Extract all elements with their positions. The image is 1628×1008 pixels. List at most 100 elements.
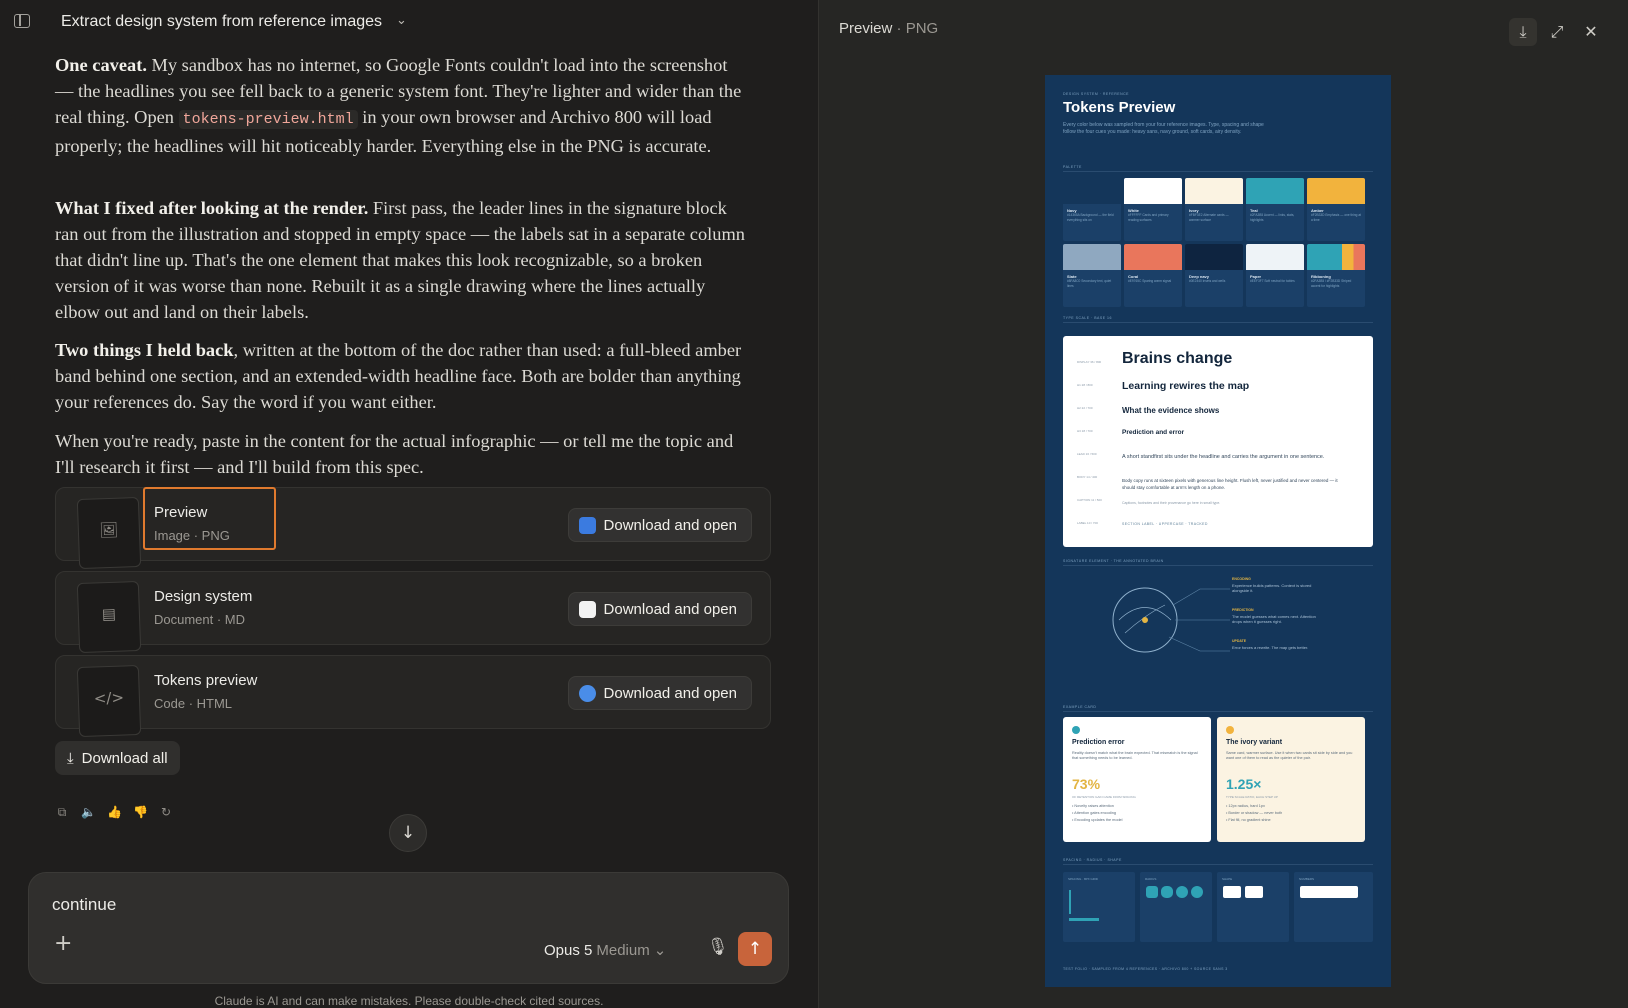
chat-pane: Extract design system from reference ima… xyxy=(0,0,818,1008)
document-app-icon xyxy=(578,600,596,618)
type-scale-label: BODY 14 / 400 xyxy=(1077,475,1098,479)
swatch-description: Insets and wells xyxy=(1202,279,1226,283)
message-composer: + Opus 5Medium⌄ 🎙 ↑ xyxy=(28,872,789,984)
token-box-label: SHAPE xyxy=(1222,877,1233,881)
annotation-text: Experience builds patterns. Context is s… xyxy=(1232,582,1312,594)
type-sample-label: SECTION LABEL · UPPERCASE · TRACKED xyxy=(1122,522,1208,526)
token-box-label: RADIUS xyxy=(1145,877,1157,881)
poster-title: Tokens Preview xyxy=(1063,99,1176,116)
retry-icon[interactable]: ↻ xyxy=(159,805,173,819)
signature-label: SIGNATURE ELEMENT · THE ANNOTATED BRAIN xyxy=(1063,559,1164,563)
document-icon: ▤ xyxy=(101,604,117,624)
swatch-desc: #E9765C Sparing warm signal xyxy=(1128,279,1178,284)
send-button[interactable]: ↑ xyxy=(738,932,772,966)
type-sample-h1: Brains change xyxy=(1122,350,1233,367)
swatch-desc: #14365A Background — the field everythin… xyxy=(1067,213,1117,222)
example-list-item: • 12px radius, hard 1px xyxy=(1226,804,1265,808)
example-stat: 73% xyxy=(1072,776,1101,792)
example-list-item: • Encoding updates the model xyxy=(1072,818,1123,822)
swatch-desc: #2FA3B5 Accent — links, stats, highlight… xyxy=(1250,213,1300,222)
close-icon[interactable]: ✕ xyxy=(1577,18,1605,46)
palette-swatch: Slate #8FA8C0 Secondary text, quiet lines xyxy=(1063,244,1121,307)
expand-icon[interactable]: ⤢ xyxy=(1543,18,1571,46)
palette-swatch: Coral #E9765C Sparing warm signal xyxy=(1124,244,1182,307)
swatch-desc: #FFFFFF Cards and primary reading surfac… xyxy=(1128,213,1178,222)
button-label: Download all xyxy=(81,749,168,767)
file-meta: Code · HTML xyxy=(154,696,233,711)
button-label: Download and open xyxy=(603,684,737,702)
preview-app-icon xyxy=(578,516,596,534)
sidebar-toggle-icon[interactable] xyxy=(14,14,30,28)
shape-sample xyxy=(1223,886,1241,898)
highlight-annotation xyxy=(143,487,276,550)
file-thumbnail: ▤ xyxy=(76,580,142,654)
example-label: EXAMPLE CARD xyxy=(1063,705,1097,709)
poster-footer: TEST FOLIO · SAMPLED FROM 4 REFERENCES ·… xyxy=(1063,967,1228,971)
scroll-to-bottom-button[interactable]: ↓ xyxy=(389,814,427,852)
preview-title: Preview · PNG xyxy=(839,20,938,37)
type-sample-h3: What the evidence shows xyxy=(1122,406,1220,415)
thumbs-down-icon[interactable]: 👎 xyxy=(133,805,148,819)
swatch-chip xyxy=(1246,178,1304,204)
swatch-description: Soft neutral for tables xyxy=(1264,279,1295,283)
example-dot-icon xyxy=(1226,726,1234,734)
swatch-chip xyxy=(1307,178,1365,204)
file-thumbnail: 🖼 xyxy=(76,496,142,570)
message-paragraph: Two things I held back, written at the b… xyxy=(55,337,745,415)
radius-sample xyxy=(1146,886,1158,898)
palette-swatch: Navy #14365A Background — the field every… xyxy=(1063,178,1121,241)
palette-swatch: Amber #F2B33D Emphasis — one thing at a t… xyxy=(1307,178,1365,241)
number-sample xyxy=(1300,886,1358,898)
model-selector[interactable]: Opus 5 Medium ⌄ xyxy=(544,941,666,959)
example-list: • Novelty raises attention • Attention ga… xyxy=(1072,803,1123,824)
file-card-design-system[interactable]: ▤ Design system Document · MD Download a… xyxy=(55,571,771,654)
swatch-desc: #FBF3E2 Alternate cards — warmer surface xyxy=(1189,213,1239,222)
example-dot-icon xyxy=(1072,726,1080,734)
type-scale-label: H1 28 / 800 xyxy=(1077,383,1093,387)
file-card-tokens-preview[interactable]: </> Tokens preview Code · HTML Download … xyxy=(55,655,771,738)
spacing-bar xyxy=(1069,890,1071,914)
shape-token-box: SHAPE xyxy=(1217,872,1289,942)
numbers-token-box: NUMBERS xyxy=(1294,872,1373,942)
chevron-down-icon[interactable]: ⌄ xyxy=(396,13,407,28)
message-paragraph: One caveat. My sandbox has no internet, … xyxy=(55,52,745,159)
chat-title[interactable]: Extract design system from reference ima… xyxy=(61,13,382,31)
message-paragraph: When you're ready, paste in the content … xyxy=(55,428,745,480)
type-scale-label: H2 22 / 700 xyxy=(1077,406,1093,410)
spacing-bar xyxy=(1069,918,1099,921)
swatch-hex: #EEF3F7 xyxy=(1250,279,1264,283)
microphone-icon[interactable]: 🎙 xyxy=(707,937,729,957)
thumbs-up-icon[interactable]: 👍 xyxy=(107,805,122,819)
paragraph-lead: What I fixed after looking at the render… xyxy=(55,198,369,218)
example-list-item: • Attention gates encoding xyxy=(1072,811,1116,815)
download-and-open-button[interactable]: Download and open xyxy=(567,592,752,626)
example-list-item: • Novelty raises attention xyxy=(1072,804,1114,808)
copy-icon[interactable]: ⧉ xyxy=(55,805,69,819)
type-sample-lead: A short standfirst sits under the headli… xyxy=(1122,454,1325,460)
chat-header: Extract design system from reference ima… xyxy=(0,0,818,46)
swatch-chip xyxy=(1124,178,1182,204)
swatch-chip xyxy=(1124,244,1182,270)
swatch-chip xyxy=(1307,244,1365,270)
add-attachment-icon[interactable]: + xyxy=(54,931,72,956)
swatch-chip xyxy=(1063,244,1121,270)
download-and-open-button[interactable]: Download and open xyxy=(567,676,752,710)
type-scale-label: DISPLAY 36 / 800 xyxy=(1077,360,1102,364)
example-stat-label: OF RETENTION GAIN CAME FROM SPACING xyxy=(1072,795,1136,799)
type-sample-h2: Learning rewires the map xyxy=(1122,380,1250,392)
speaker-icon[interactable]: 🔈 xyxy=(81,805,96,819)
palette-swatch: Ribboning #2FA3B5 / #F2B33D Striped accen… xyxy=(1307,244,1365,307)
tokens-preview-image: DESIGN SYSTEM · REFERENCE Tokens Preview… xyxy=(1045,75,1391,987)
download-icon: ⤓ xyxy=(67,749,74,767)
radius-samples xyxy=(1146,886,1203,898)
message-input[interactable] xyxy=(52,895,552,915)
download-icon[interactable]: ⤓ xyxy=(1509,18,1537,46)
section-rule xyxy=(1063,711,1373,712)
swatch-description: Sparing warm signal xyxy=(1142,279,1172,283)
signature-annotation: PREDICTION The model guesses what comes n… xyxy=(1232,608,1322,625)
annotation-text: The model guesses what comes next. Atten… xyxy=(1232,613,1316,625)
download-and-open-button[interactable]: Download and open xyxy=(567,508,752,542)
paragraph-text: When you're ready, paste in the content … xyxy=(55,431,734,477)
download-all-button[interactable]: ⤓ Download all xyxy=(55,741,180,775)
message-paragraph: What I fixed after looking at the render… xyxy=(55,195,745,325)
